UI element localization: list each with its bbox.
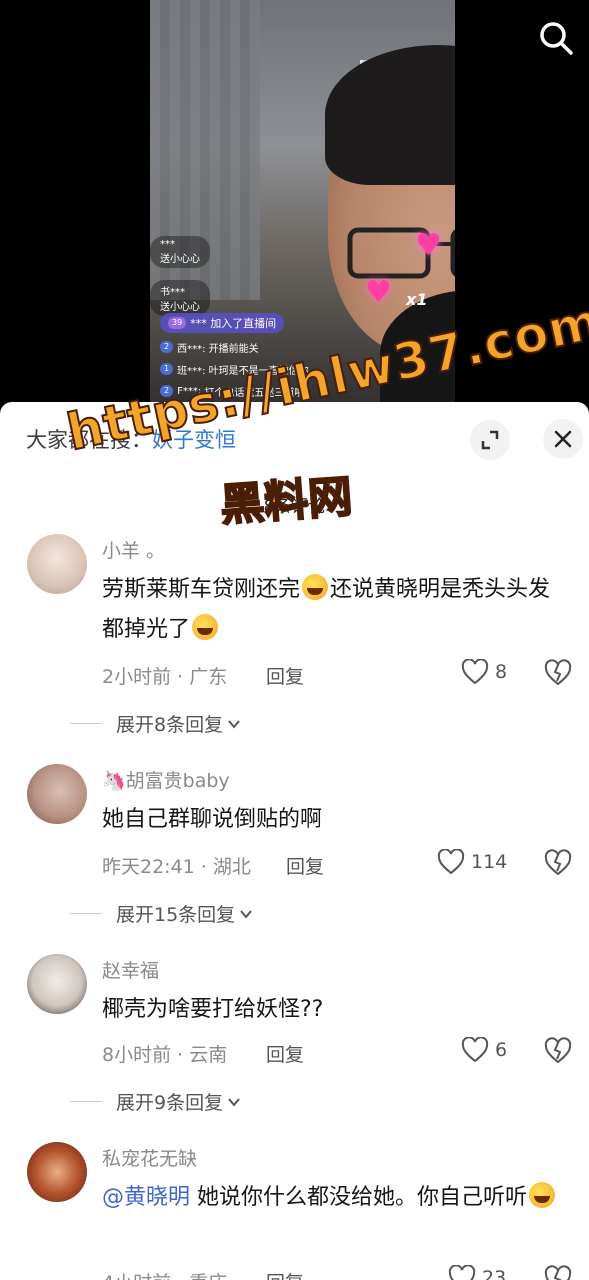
floating-heart-icon: ♥ xyxy=(415,228,442,263)
comment-count-title: 8条评论 xyxy=(263,497,326,517)
heart-outline-icon xyxy=(461,659,489,685)
like-count: 6 xyxy=(495,1039,508,1061)
comment-username[interactable]: 小羊 。 xyxy=(102,536,165,563)
chevron-down-icon xyxy=(240,909,252,919)
live-video[interactable]: ♥ ♥ x1 x1 ***送小心心 书***送小心心 39 *** 加入了直播间… xyxy=(0,0,589,420)
laugh-cry-emoji-icon xyxy=(192,614,219,640)
reply-button[interactable]: 回复 xyxy=(286,852,324,879)
comment-username[interactable]: 🦄胡富贵baby xyxy=(102,766,230,793)
streamer-hair xyxy=(325,45,455,185)
live-chat-item: 2 西***: 开播前能关 xyxy=(160,339,410,355)
broken-heart-icon[interactable] xyxy=(544,1265,572,1280)
reply-button[interactable]: 回复 xyxy=(266,662,304,689)
broken-heart-icon[interactable] xyxy=(544,659,572,687)
expand-icon xyxy=(481,430,499,450)
search-suggestion[interactable]: 大家都在搜：妖子变恒 xyxy=(26,424,236,454)
avatar[interactable] xyxy=(27,534,87,594)
comment-text: 劳斯莱斯车贷刚还完 还说黄晓明是秃头头发都掉光了 xyxy=(102,570,572,650)
like-button[interactable]: 23 xyxy=(448,1265,506,1280)
like-button[interactable]: 6 xyxy=(461,1037,507,1063)
expand-replies[interactable]: 展开15条回复 xyxy=(70,900,253,927)
avatar[interactable] xyxy=(27,764,87,824)
like-count: 8 xyxy=(495,661,508,683)
like-count: 114 xyxy=(471,851,508,873)
comment-time-location: 2小时前 · 广东 xyxy=(102,666,228,688)
expand-replies[interactable]: 展开8条回复 xyxy=(70,710,241,737)
heart-outline-icon xyxy=(437,849,465,875)
laugh-cry-emoji-icon xyxy=(302,574,329,600)
gift-notice: *** 送小心心 xyxy=(150,236,210,268)
close-icon xyxy=(554,430,572,448)
expand-replies[interactable]: 展开9条回复 xyxy=(70,1088,241,1115)
comment-time-location: 昨天22:41 · 湖北 xyxy=(102,856,251,878)
search-suggestion-keyword[interactable]: 妖子变恒 xyxy=(152,428,236,452)
mention-link[interactable]: @黄晓明 xyxy=(102,1185,190,1210)
like-button[interactable]: 114 xyxy=(437,849,507,875)
comment-username[interactable]: 私宠花无缺 xyxy=(102,1144,197,1171)
live-chat-item: 1 班***: 叶珂是不是一直微信你 xyxy=(160,361,410,377)
search-button[interactable] xyxy=(538,20,574,56)
heart-outline-icon xyxy=(461,1037,489,1063)
avatar[interactable] xyxy=(27,1142,87,1202)
comment-text: 她自己群聊说倒贴的啊 xyxy=(102,807,323,832)
chevron-down-icon xyxy=(228,1097,240,1107)
close-button[interactable] xyxy=(543,419,583,459)
like-button[interactable]: 8 xyxy=(461,659,507,685)
comment-panel-header: 大家都在搜：妖子变恒 8条评论 xyxy=(0,402,589,517)
broken-heart-icon[interactable] xyxy=(544,1037,572,1065)
avatar[interactable] xyxy=(27,954,87,1014)
comment-panel: 大家都在搜：妖子变恒 8条评论 小羊 。 劳斯莱斯车贷刚还完 还说黄晓明是秃头头发… xyxy=(0,402,589,1280)
comment-time-location: 4小时前 · 重庆 xyxy=(102,1268,227,1280)
reply-button[interactable]: 回复 xyxy=(266,1040,304,1067)
like-count: 23 xyxy=(482,1267,507,1280)
search-suggestion-prefix: 大家都在搜： xyxy=(26,428,152,452)
comment-item: 🦄胡富贵baby 她自己群聊说倒贴的啊 昨天22:41 · 湖北 回复 114 … xyxy=(0,764,589,944)
heart-outline-icon xyxy=(448,1265,476,1280)
comment-item: 小羊 。 劳斯莱斯车贷刚还完 还说黄晓明是秃头头发都掉光了 2小时前 · 广东 回… xyxy=(0,534,589,737)
live-chat-item: 2 F***: 打个电话就五迷三道啦 xyxy=(160,383,410,399)
comment-time-location: 8小时前 · 云南 xyxy=(102,1044,228,1066)
search-icon xyxy=(540,22,573,55)
comment-item: 赵幸福 椰壳为啥要打给妖怪?? 8小时前 · 云南 回复 6 展开9条回复 xyxy=(0,954,589,1134)
broken-heart-icon[interactable] xyxy=(544,849,572,877)
comment-text: @黄晓明 她说你什么都没给她。你自己听听 xyxy=(102,1178,572,1218)
chevron-down-icon xyxy=(228,719,240,729)
comment-text: 椰壳为啥要打给妖怪?? xyxy=(102,997,324,1022)
comment-username[interactable]: 赵幸福 xyxy=(102,956,159,983)
laugh-cry-emoji-icon xyxy=(529,1182,556,1208)
expand-button[interactable] xyxy=(470,420,510,460)
live-chat-list: 39 *** 加入了直播间 2 西***: 开播前能关 1 班***: 叶珂是不… xyxy=(160,310,410,405)
floating-heart-icon: ♥ xyxy=(365,275,392,310)
comment-item: 私宠花无缺 @黄晓明 她说你什么都没给她。你自己听听 4小时前 · 重庆 回复 … xyxy=(0,1142,589,1280)
reply-button[interactable]: 回复 xyxy=(266,1268,304,1280)
gift-count: x1 xyxy=(406,290,428,309)
live-chat-item: 39 *** 加入了直播间 xyxy=(160,313,285,333)
